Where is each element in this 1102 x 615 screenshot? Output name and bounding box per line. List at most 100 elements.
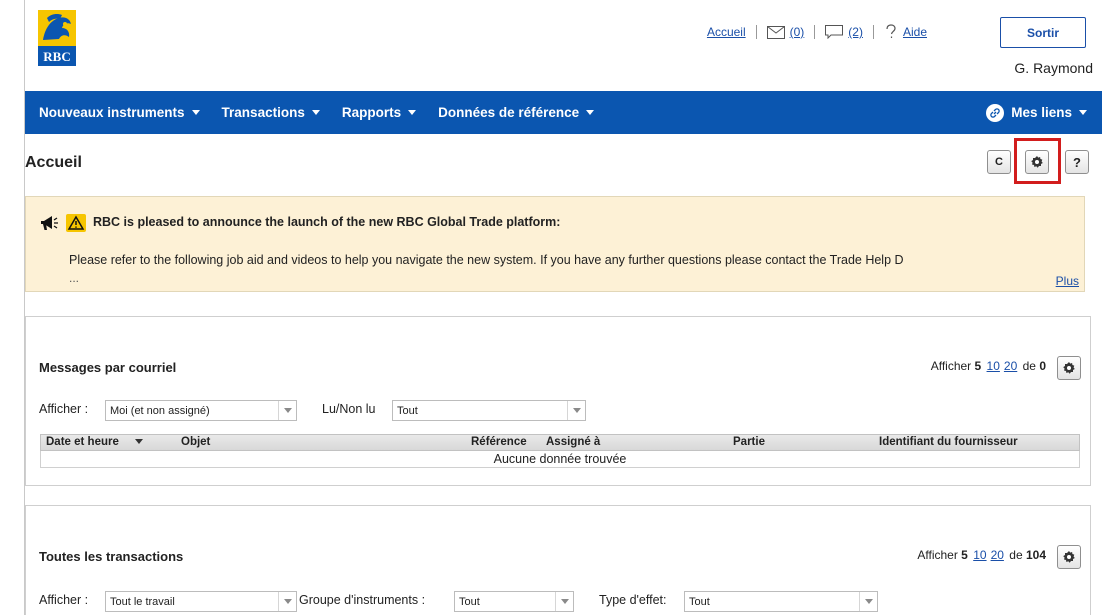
nav-item-reference-data[interactable]: Données de référence xyxy=(438,105,595,120)
chevron-down-icon xyxy=(311,110,320,115)
column-reference[interactable]: Référence xyxy=(471,436,527,448)
column-party[interactable]: Partie xyxy=(733,436,765,448)
filter-show-select[interactable]: Moi (et non assigné) xyxy=(105,400,297,421)
more-link[interactable]: Plus xyxy=(1056,274,1079,288)
pager-option-20[interactable]: 20 xyxy=(1004,359,1017,373)
nav-item-reports[interactable]: Rapports xyxy=(341,105,417,120)
user-name: G. Raymond xyxy=(1014,60,1093,76)
column-assigned[interactable]: Assigné à xyxy=(546,436,600,448)
pager-current: 5 xyxy=(961,548,968,562)
nav-item-transactions[interactable]: Transactions xyxy=(222,105,320,120)
mail-link[interactable]: (0) xyxy=(766,25,805,39)
chevron-down-icon xyxy=(859,592,877,611)
transactions-panel: Toutes les transactions Afficher 5 10 20 … xyxy=(25,505,1091,615)
announcement-title: RBC is pleased to announce the launch of… xyxy=(93,215,561,229)
transactions-settings-button[interactable] xyxy=(1057,545,1081,569)
chat-link[interactable]: (2) xyxy=(825,25,863,39)
help-label[interactable]: Aide xyxy=(903,25,927,39)
pager-option-10[interactable]: 10 xyxy=(973,548,986,562)
nav-label: Rapports xyxy=(341,105,402,120)
chat-count[interactable]: (2) xyxy=(848,25,863,39)
filter-type-select[interactable]: Tout xyxy=(684,591,878,612)
filter-show-value: Tout le travail xyxy=(110,595,175,608)
filter-show-value: Moi (et non assigné) xyxy=(110,404,210,417)
column-supplier-id[interactable]: Identifiant du fournisseur xyxy=(879,436,1018,448)
column-datetime-label: Date et heure xyxy=(46,436,119,448)
divider xyxy=(814,25,816,39)
header: RBC Accueil (0) (2) Aide Sortir G. Raymo… xyxy=(25,0,1102,91)
announcement-ellipsis: ... xyxy=(69,271,80,285)
filter-read-select[interactable]: Tout xyxy=(392,400,586,421)
nav-label: Transactions xyxy=(221,105,305,120)
gear-icon xyxy=(1063,551,1075,563)
refresh-icon: C xyxy=(995,156,1003,168)
rbc-lion-logo-icon: RBC xyxy=(38,10,76,66)
pager-prefix: Afficher xyxy=(930,359,972,373)
divider xyxy=(755,25,757,39)
filter-type-value: Tout xyxy=(689,595,710,608)
pager-total: 0 xyxy=(1039,359,1046,373)
mail-count[interactable]: (0) xyxy=(790,25,805,39)
top-links: Accueil (0) (2) Aide xyxy=(707,24,927,40)
highlight-box xyxy=(1014,138,1061,184)
logo-text: RBC xyxy=(43,49,70,64)
nav-label: Données de référence xyxy=(438,105,580,120)
filter-group-select[interactable]: Tout xyxy=(454,591,574,612)
divider xyxy=(872,25,874,39)
transactions-pager: Afficher 5 10 20 de 104 xyxy=(917,548,1046,562)
gear-icon xyxy=(1063,362,1075,374)
email-pager: Afficher 5 10 20 de 0 xyxy=(931,359,1046,373)
help-button-label: ? xyxy=(1073,154,1081,170)
pager-prefix: Afficher xyxy=(917,548,958,562)
pager-option-10[interactable]: 10 xyxy=(987,359,1000,373)
sort-chevron-icon xyxy=(134,439,143,445)
filter-group-value: Tout xyxy=(459,595,480,608)
help-icon xyxy=(886,24,896,38)
mail-icon xyxy=(766,25,785,39)
announcement-icons xyxy=(40,214,86,232)
filter-show-select[interactable]: Tout le travail xyxy=(105,591,297,612)
home-link[interactable]: Accueil xyxy=(707,25,746,39)
page-title: Accueil xyxy=(25,154,82,171)
column-subject[interactable]: Objet xyxy=(181,436,210,448)
refresh-button[interactable]: C xyxy=(987,150,1011,174)
email-table-header: Date et heure Objet Référence Assigné à … xyxy=(40,434,1080,451)
pager-current: 5 xyxy=(974,359,982,373)
chevron-down-icon xyxy=(278,592,296,611)
link-icon xyxy=(986,103,1005,122)
my-links-label: Mes liens xyxy=(1011,105,1072,120)
pager-option-20[interactable]: 20 xyxy=(991,548,1004,562)
help-button[interactable]: ? xyxy=(1065,150,1089,174)
filter-group-label: Groupe d'instruments : xyxy=(299,593,426,607)
rbc-logo[interactable]: RBC xyxy=(37,10,77,66)
filter-show-label: Afficher : xyxy=(39,593,89,607)
filter-read-value: Tout xyxy=(397,404,418,417)
chevron-down-icon xyxy=(1079,110,1087,115)
email-messages-panel: Messages par courriel Afficher 5 10 20 de… xyxy=(25,316,1091,486)
megaphone-icon xyxy=(41,216,58,230)
pager-of: de xyxy=(1022,359,1036,373)
pager-of: de xyxy=(1009,548,1023,562)
pager-total: 104 xyxy=(1025,548,1046,562)
nav-label: Nouveaux instruments xyxy=(39,105,185,120)
my-links-menu[interactable]: Mes liens xyxy=(986,91,1087,134)
help-link[interactable]: Aide xyxy=(884,24,927,40)
email-settings-button[interactable] xyxy=(1057,356,1081,380)
chevron-down-icon xyxy=(555,592,573,611)
empty-table-row: Aucune donnée trouvée xyxy=(40,451,1080,468)
main-nav: Nouveaux instruments Transactions Rappor… xyxy=(25,91,1102,134)
filter-type-label: Type d'effet: xyxy=(599,593,667,607)
chevron-down-icon xyxy=(408,110,417,115)
app-frame: RBC Accueil (0) (2) Aide Sortir G. Raymo… xyxy=(24,0,1102,615)
announcement-body: Please refer to the following job aid an… xyxy=(69,253,904,267)
chevron-down-icon xyxy=(191,110,200,115)
announcement-banner: RBC is pleased to announce the launch of… xyxy=(25,196,1085,292)
logout-button[interactable]: Sortir xyxy=(1000,17,1086,48)
nav-item-new-instruments[interactable]: Nouveaux instruments xyxy=(39,105,200,120)
email-panel-title: Messages par courriel xyxy=(39,360,177,375)
filter-read-label: Lu/Non lu xyxy=(322,402,376,416)
column-datetime[interactable]: Date et heure xyxy=(46,436,143,448)
filter-show-label: Afficher : xyxy=(39,402,89,416)
chevron-down-icon xyxy=(567,401,585,420)
warning-icon xyxy=(66,214,86,232)
